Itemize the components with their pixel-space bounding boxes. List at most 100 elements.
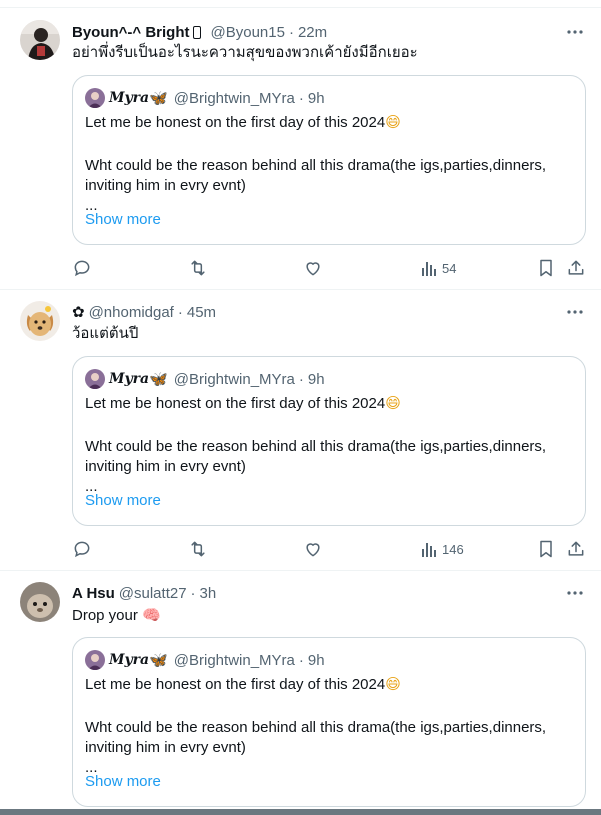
- avatar[interactable]: [20, 582, 60, 622]
- tweet[interactable]: Byoun^-^ Bright @Byoun15 · 22m อย่าพึ่งร…: [0, 9, 601, 290]
- share-button[interactable]: [566, 258, 586, 278]
- show-more-link[interactable]: Show more: [85, 773, 161, 790]
- quoted-tweet-header: Myra 🦋 @Brightwin_MYra · 9h: [85, 88, 325, 108]
- user-handle[interactable]: @Byoun15: [211, 24, 285, 41]
- reply-button[interactable]: [72, 539, 92, 559]
- analytics-icon: [422, 262, 436, 276]
- heart-icon: [306, 262, 320, 276]
- name-symbol-icon: [192, 25, 201, 39]
- tweet[interactable]: A Hsu @sulatt27 · 3h Drop your 🧠 Myra 🦋 …: [0, 571, 601, 809]
- view-count: 54: [442, 260, 457, 276]
- separator-dot: ·: [298, 651, 304, 669]
- quoted-timestamp: 9h: [307, 370, 325, 388]
- more-options-icon[interactable]: [565, 22, 585, 42]
- butterfly-icon: 🦋: [149, 89, 168, 107]
- view-count: 146: [442, 541, 464, 557]
- previous-tweet-divider: [0, 0, 601, 8]
- quoted-user-handle: @Brightwin_MYra: [173, 651, 295, 669]
- heart-icon: [306, 543, 320, 557]
- grinning-face-icon: 😄: [385, 113, 401, 131]
- retweet-button[interactable]: [188, 258, 208, 278]
- quoted-tweet-text: Let me be honest on the first day of thi…: [85, 112, 575, 216]
- more-options-icon[interactable]: [565, 302, 585, 322]
- retweet-icon: [191, 541, 205, 557]
- quoted-display-name: Myra: [109, 371, 150, 387]
- quoted-text-line: Wht could be the reason behind all this …: [85, 438, 547, 455]
- timestamp[interactable]: 45m: [187, 304, 216, 321]
- avatar[interactable]: [20, 301, 60, 341]
- retweet-icon: [191, 260, 205, 276]
- quoted-text-line: Let me be honest on the first day of thi…: [85, 395, 386, 412]
- tweet-header: Byoun^-^ Bright @Byoun15 · 22m: [72, 21, 585, 43]
- avatar: [85, 369, 105, 389]
- quoted-user-handle: @Brightwin_MYra: [173, 89, 295, 107]
- quoted-text-line: Let me be honest on the first day of thi…: [85, 114, 386, 131]
- views-button[interactable]: 54: [420, 258, 456, 278]
- quoted-tweet-header: Myra 🦋 @Brightwin_MYra · 9h: [85, 650, 325, 670]
- tweet-actions: 54: [72, 258, 592, 278]
- share-icon: [568, 260, 584, 275]
- grinning-face-icon: 😄: [385, 675, 401, 693]
- quoted-display-name: Myra: [109, 652, 150, 668]
- share-icon: [568, 541, 584, 556]
- quoted-tweet[interactable]: Myra 🦋 @Brightwin_MYra · 9h Let me be ho…: [72, 637, 586, 807]
- quoted-tweet[interactable]: Myra 🦋 @Brightwin_MYra · 9h Let me be ho…: [72, 356, 586, 526]
- timestamp[interactable]: 3h: [200, 585, 217, 602]
- display-name[interactable]: ✿: [72, 303, 85, 321]
- tweet-actions: 146: [72, 539, 592, 559]
- bookmark-button[interactable]: [536, 539, 556, 559]
- more-options-icon[interactable]: [565, 583, 585, 603]
- tweet-text: Drop your 🧠: [72, 605, 585, 626]
- quoted-timestamp: 9h: [307, 651, 325, 669]
- timestamp[interactable]: 22m: [298, 24, 327, 41]
- quoted-user-handle: @Brightwin_MYra: [173, 370, 295, 388]
- quoted-tweet-header: Myra 🦋 @Brightwin_MYra · 9h: [85, 369, 325, 389]
- bookmark-icon: [540, 259, 552, 277]
- brain-icon: 🧠: [142, 606, 161, 624]
- show-more-link[interactable]: Show more: [85, 492, 161, 509]
- avatar: [85, 88, 105, 108]
- tweet-text: อย่าพึ่งรีบเป็นอะไรนะความสุขของพวกเค้ายั…: [72, 44, 418, 61]
- quoted-timestamp: 9h: [307, 89, 325, 107]
- views-button[interactable]: 146: [420, 539, 464, 559]
- user-handle[interactable]: @nhomidgaf: [89, 304, 174, 321]
- avatar: [85, 650, 105, 670]
- window-bottom-edge: [0, 809, 601, 815]
- tweet-text-content: Drop your: [72, 607, 138, 624]
- quoted-text-line: inviting him in evry evnt): [85, 739, 246, 756]
- separator-dot: ·: [298, 370, 304, 388]
- user-handle[interactable]: @sulatt27: [119, 585, 187, 602]
- grinning-face-icon: 😄: [385, 394, 401, 412]
- analytics-icon: [422, 543, 436, 557]
- display-name[interactable]: A Hsu: [72, 585, 115, 602]
- quoted-tweet-text: Let me be honest on the first day of thi…: [85, 674, 575, 778]
- reply-button[interactable]: [72, 258, 92, 278]
- quoted-tweet-text: Let me be honest on the first day of thi…: [85, 393, 575, 497]
- reply-icon: [74, 541, 90, 558]
- separator-dot: ·: [298, 89, 304, 107]
- quoted-display-name: Myra: [109, 90, 150, 106]
- reply-icon: [74, 260, 90, 277]
- retweet-button[interactable]: [188, 539, 208, 559]
- avatar[interactable]: [20, 20, 60, 60]
- quoted-text-line: inviting him in evry evnt): [85, 177, 246, 194]
- like-button[interactable]: [303, 539, 323, 559]
- tweet-header: ✿ @nhomidgaf · 45m: [72, 301, 585, 323]
- display-name[interactable]: Byoun^-^ Bright: [72, 24, 190, 41]
- butterfly-icon: 🦋: [149, 651, 168, 669]
- show-more-link[interactable]: Show more: [85, 211, 161, 228]
- like-button[interactable]: [303, 258, 323, 278]
- bookmark-button[interactable]: [536, 258, 556, 278]
- quoted-tweet[interactable]: Myra 🦋 @Brightwin_MYra · 9h Let me be ho…: [72, 75, 586, 245]
- quoted-text-line: Let me be honest on the first day of thi…: [85, 676, 386, 693]
- tweet[interactable]: ✿ @nhomidgaf · 45m ว้อแต่ต้นปี Myra 🦋 @B…: [0, 290, 601, 571]
- butterfly-icon: 🦋: [149, 370, 168, 388]
- quoted-text-line: inviting him in evry evnt): [85, 458, 246, 475]
- separator-dot: ·: [288, 23, 294, 41]
- separator-dot: ·: [190, 584, 196, 602]
- quoted-text-line: Wht could be the reason behind all this …: [85, 719, 547, 736]
- bookmark-icon: [540, 540, 552, 558]
- share-button[interactable]: [566, 539, 586, 559]
- tweet-text: ว้อแต่ต้นปี: [72, 325, 139, 342]
- separator-dot: ·: [177, 303, 183, 321]
